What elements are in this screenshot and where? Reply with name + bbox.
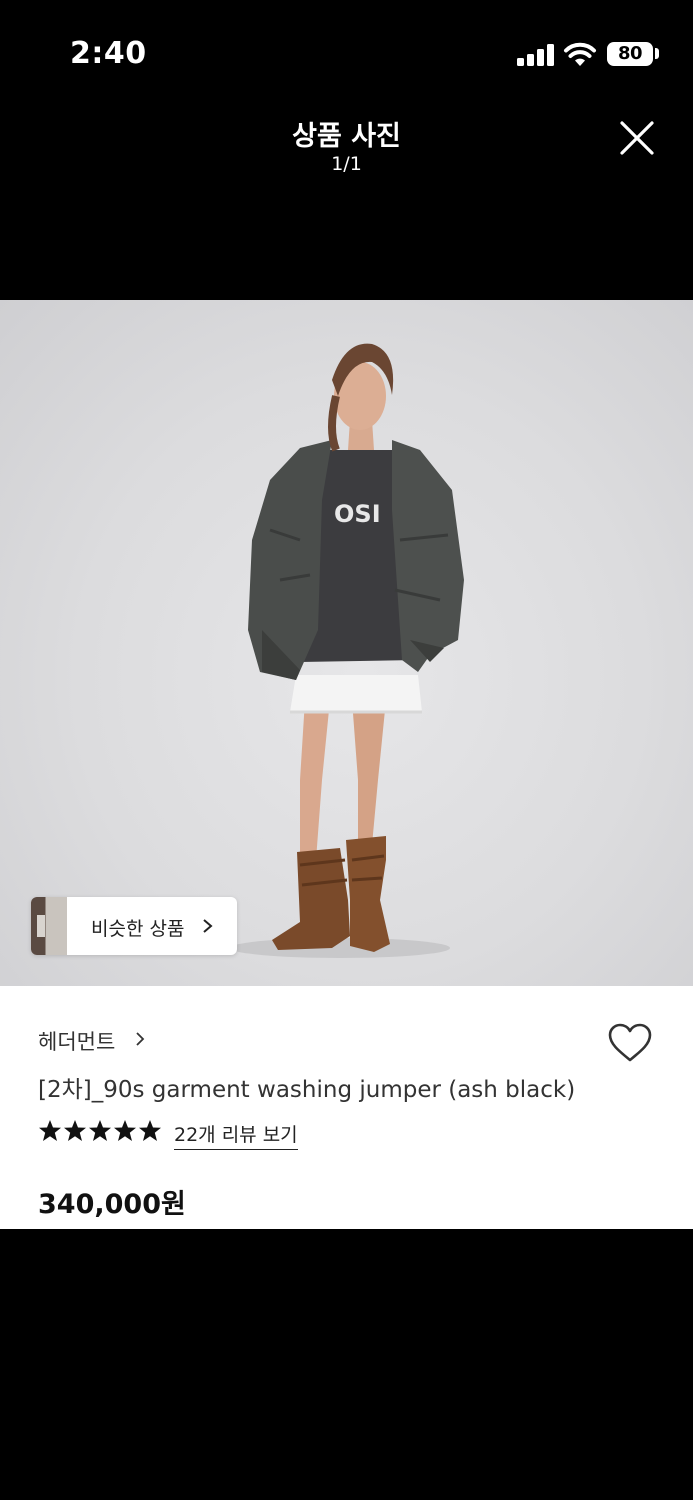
brand-link[interactable]: 헤더먼트 [38, 1026, 115, 1056]
product-name: [2차]_90s garment washing jumper (ash bla… [38, 1077, 576, 1103]
product-photo[interactable]: OSI [0, 300, 693, 986]
model-illustration: OSI [230, 343, 464, 958]
chevron-right-icon [136, 1032, 145, 1046]
product-info-panel: 헤더먼트 [2차]_90s garment washing jumper (as… [0, 986, 693, 1229]
similar-thumbnail [31, 897, 67, 955]
cellular-signal-icon [517, 44, 555, 66]
svg-text:OSI: OSI [334, 500, 381, 528]
star-icon [139, 1120, 161, 1141]
wifi-icon [564, 42, 596, 66]
heart-icon[interactable] [607, 1022, 653, 1064]
photo-counter: 1/1 [331, 153, 362, 175]
star-icon [39, 1120, 61, 1141]
reviews-link[interactable]: 22개 리뷰 보기 [174, 1120, 298, 1150]
page-title: 상품 사진 [292, 121, 401, 152]
star-icon [89, 1120, 111, 1141]
rating-stars [38, 1119, 163, 1143]
status-time: 2:40 [70, 36, 147, 71]
status-bar: 2:40 80 [0, 0, 693, 110]
star-icon [114, 1120, 136, 1141]
product-price: 340,000원 [38, 1189, 186, 1220]
chevron-right-icon [203, 919, 213, 933]
similar-products-button[interactable]: 비슷한 상품 [31, 897, 237, 955]
similar-products-label: 비슷한 상품 [91, 918, 185, 940]
battery-indicator: 80 [607, 42, 653, 66]
similar-thumbnail-figure [37, 915, 45, 937]
star-icon [64, 1120, 86, 1141]
close-icon[interactable] [617, 118, 657, 158]
battery-cap [655, 48, 659, 59]
